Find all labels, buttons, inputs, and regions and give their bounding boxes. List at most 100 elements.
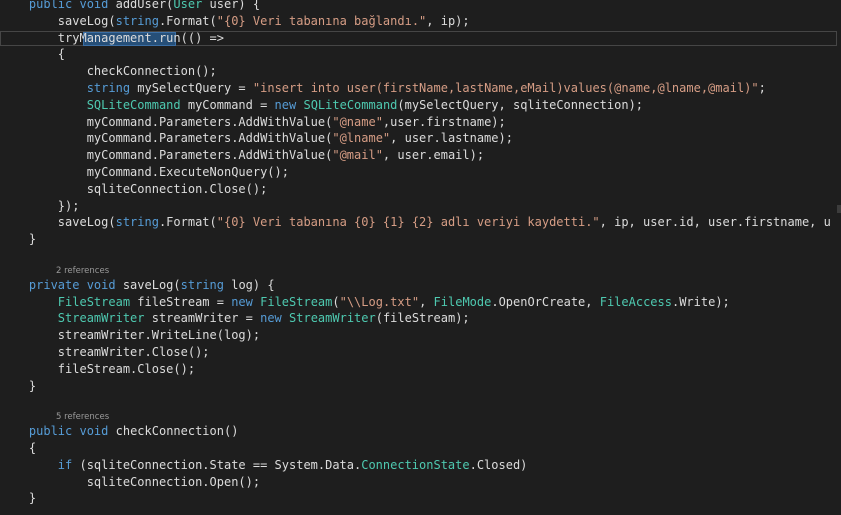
code-line[interactable]: public void addUser(User user) { [0, 0, 260, 13]
code-line[interactable]: } [0, 490, 36, 507]
code-token: streamWriter.WriteLine(log); [0, 328, 261, 343]
code-line[interactable]: SQLiteCommand myCommand = new SQLiteComm… [0, 97, 643, 114]
code-token: .Format( [158, 215, 217, 230]
scrollbar-marker[interactable] [837, 205, 841, 213]
code-line[interactable]: if (sqliteConnection.State == System.Dat… [0, 457, 528, 474]
code-token: string [180, 277, 224, 292]
code-token: user) { [202, 0, 261, 11]
code-token: myCommand = [180, 97, 275, 112]
code-line[interactable]: myCommand.ExecuteNonQuery(); [0, 164, 289, 181]
code-token: saveLog( [0, 215, 116, 230]
code-token: FileAccess [599, 294, 672, 309]
code-token: sqliteConnection.Close(); [0, 181, 268, 196]
code-token: addUser( [115, 0, 174, 11]
code-token: fileStream = [130, 294, 232, 309]
code-line[interactable]: myCommand.Parameters.AddWithValue("@lnam… [0, 130, 513, 147]
code-line[interactable]: FileStream fileStream = new FileStream("… [0, 294, 730, 311]
code-token: fileStream.Close(); [0, 361, 196, 376]
code-token: .OpenOrCreate, [491, 294, 600, 309]
code-token: "insert into user(firstName,lastName,eMa… [252, 81, 759, 95]
code-line[interactable]: { [0, 440, 36, 457]
code-token: .Format( [158, 13, 217, 28]
code-line[interactable]: }); [0, 198, 80, 215]
codelens-references-link[interactable]: 2 references [56, 265, 109, 277]
code-token: FileMode [433, 294, 492, 309]
code-token: ; [758, 81, 766, 95]
code-line[interactable]: streamWriter.Close(); [0, 344, 210, 361]
code-line[interactable]: myCommand.Parameters.AddWithValue("@name… [0, 114, 506, 131]
code-line[interactable]: string mySelectQuery = "insert into user… [0, 80, 766, 97]
code-token: log) { [224, 277, 275, 292]
code-token: checkConnection(); [0, 64, 217, 79]
code-token: "@mail" [332, 148, 383, 163]
code-token: public void [0, 0, 116, 11]
code-line[interactable]: private void saveLog(string log) { [0, 277, 275, 294]
code-token: saveLog( [115, 277, 181, 292]
code-token: (mySelectQuery, sqliteConnection); [397, 97, 644, 112]
code-token: string [86, 81, 131, 95]
code-token: myCommand.Parameters.AddWithValue( [0, 114, 333, 129]
code-token: User [173, 0, 203, 11]
code-token: (fileStream); [375, 311, 470, 326]
code-line[interactable]: } [0, 378, 36, 395]
code-token: new [231, 294, 253, 309]
code-token: , [419, 294, 434, 309]
code-token: SQLiteCommand [86, 97, 181, 112]
code-token: new [260, 311, 282, 326]
code-token: "{0} Veri tabanına {0} {1} {2} adlı veri… [216, 215, 600, 230]
code-line[interactable]: streamWriter.WriteLine(log); [0, 327, 260, 344]
code-token: } [0, 232, 37, 247]
code-line[interactable]: checkConnection(); [0, 63, 217, 80]
code-line[interactable]: sqliteConnection.Close(); [0, 181, 268, 198]
code-line[interactable]: myCommand.Parameters.AddWithValue("@mail… [0, 147, 484, 164]
code-token: streamWriter.Close(); [0, 345, 210, 359]
code-line[interactable]: { [0, 46, 65, 63]
code-line[interactable]: sqliteConnection.Open(); [0, 474, 260, 491]
code-token: , user.email); [382, 148, 485, 163]
code-token: mySelectQuery = [130, 81, 253, 95]
code-line[interactable]: public void checkConnection() [0, 423, 239, 440]
code-token: FileStream [57, 294, 131, 309]
code-token: { [0, 47, 66, 62]
code-token: new [274, 97, 297, 112]
code-token: { [0, 441, 37, 455]
code-token: string [115, 13, 159, 28]
code-line[interactable]: StreamWriter streamWriter = new StreamWr… [0, 310, 470, 327]
code-token: SQLiteCommand [303, 97, 398, 112]
code-token: myCommand.Parameters.AddWithValue( [0, 148, 333, 163]
code-token: .Write); [671, 294, 730, 309]
code-token: myCommand.Parameters.AddWithValue( [0, 131, 333, 146]
code-line[interactable]: saveLog(string.Format("{0} Veri tabanına… [0, 13, 470, 30]
code-token: , ip, user.id, user.firstname, u [599, 215, 831, 230]
code-token: .run(() => [151, 30, 224, 45]
code-token: }); [0, 198, 80, 213]
code-token: ( [332, 294, 340, 309]
code-line[interactable]: fileStream.Close(); [0, 361, 195, 378]
code-token: checkConnection() [108, 424, 239, 439]
code-line[interactable]: } [0, 231, 36, 248]
code-token: tryManagement [0, 30, 152, 45]
code-token: streamWriter = [144, 311, 261, 326]
code-token: sqliteConnection.Open(); [0, 474, 261, 489]
code-token: } [0, 491, 37, 506]
code-token: ,user.firstname); [382, 114, 506, 129]
codelens-references-link[interactable]: 5 references [56, 411, 109, 423]
code-token: private void [28, 277, 116, 292]
code-line[interactable]: saveLog(string.Format("{0} Veri tabanına… [0, 214, 831, 231]
code-token: , ip); [426, 13, 470, 28]
code-token: StreamWriter [289, 311, 376, 326]
code-line[interactable]: tryManagement.run(() => [0, 30, 224, 47]
code-token: .Closed) [469, 457, 528, 472]
code-editor[interactable]: public void addUser(User user) { saveLog… [0, 0, 841, 515]
code-token: "\\Log.txt" [339, 294, 420, 309]
code-token: FileStream [260, 294, 333, 309]
code-token: , user.lastname); [390, 131, 513, 146]
